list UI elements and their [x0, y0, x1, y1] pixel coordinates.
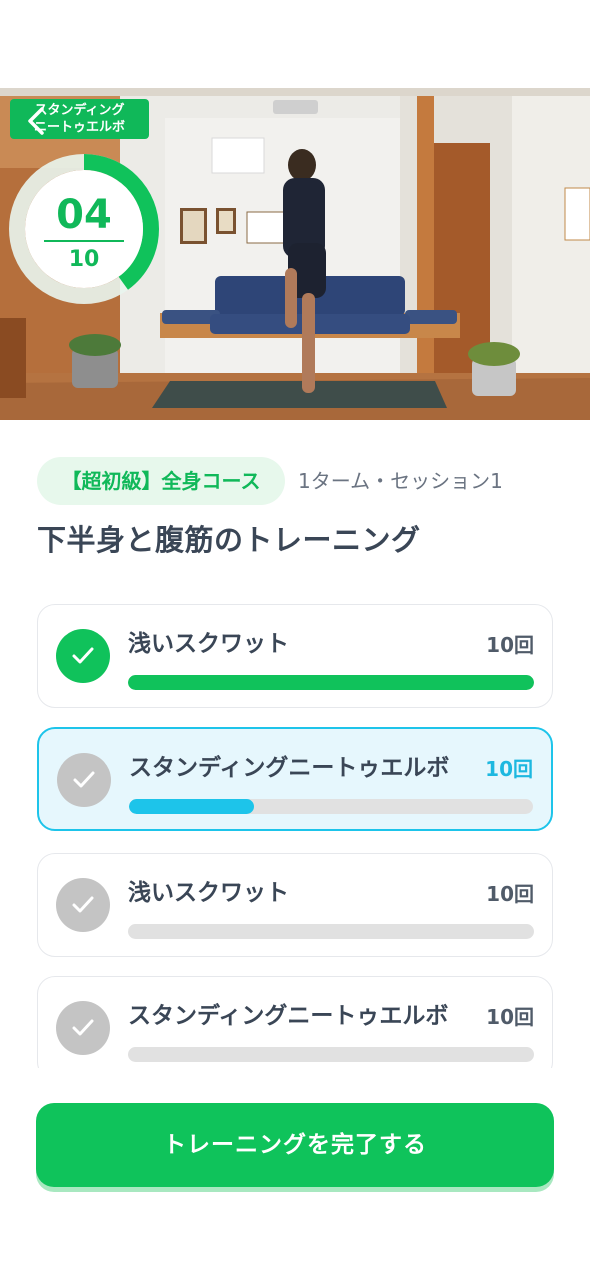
- rep-counter: 04 10: [8, 153, 160, 305]
- exercise-progress-fill: [128, 675, 534, 690]
- session-label: 1ターム・セッション1: [298, 469, 503, 493]
- exercise-reps: 10回: [486, 882, 534, 906]
- exercise-check-toggle[interactable]: [56, 1001, 110, 1055]
- exercise-check-toggle[interactable]: [56, 878, 110, 932]
- exercise-progress-fill: [129, 799, 255, 814]
- exercise-progress-bar: [128, 924, 534, 939]
- counter-divider: [44, 240, 124, 242]
- exercise-name: スタンディングニートゥエルボ: [129, 755, 450, 781]
- checkmark-icon: [72, 647, 94, 664]
- page-title: 下半身と腹筋のトレーニング: [37, 523, 421, 557]
- exercise-card[interactable]: 浅いスクワット 10回: [37, 604, 553, 708]
- exercise-reps: 10回: [486, 633, 534, 657]
- checkmark-icon: [72, 896, 94, 913]
- exercise-card[interactable]: スタンディングニートゥエルボ 10回: [37, 727, 553, 831]
- exercise-list[interactable]: 浅いスクワット 10回 スタンディングニートゥエルボ 10回 浅いスクワット 10回 スタン…: [0, 590, 590, 1068]
- checkmark-icon: [72, 1019, 94, 1036]
- current-rep-count: 04: [56, 192, 112, 238]
- checkmark-icon: [73, 771, 95, 788]
- exercise-progress-bar: [128, 1047, 534, 1062]
- course-level-pill: 【超初級】全身コース: [37, 457, 285, 505]
- exercise-name: スタンディングニートゥエルボ: [128, 1003, 449, 1029]
- exercise-reps: 10回: [485, 757, 533, 781]
- back-button[interactable]: [24, 106, 48, 136]
- total-rep-count: 10: [68, 247, 100, 272]
- exercise-card[interactable]: 浅いスクワット 10回: [37, 853, 553, 957]
- exercise-name: 浅いスクワット: [128, 880, 289, 906]
- exercise-reps: 10回: [486, 1005, 534, 1029]
- exercise-card[interactable]: スタンディングニートゥエルボ 10回: [37, 976, 553, 1068]
- exercise-name: 浅いスクワット: [128, 631, 289, 657]
- exercise-check-toggle[interactable]: [57, 753, 111, 807]
- chevron-left-icon: [28, 107, 44, 135]
- exercise-check-toggle[interactable]: [56, 629, 110, 683]
- exercise-progress-bar: [128, 675, 534, 690]
- exercise-progress-bar: [129, 799, 533, 814]
- complete-training-button[interactable]: トレーニングを完了する: [36, 1103, 554, 1187]
